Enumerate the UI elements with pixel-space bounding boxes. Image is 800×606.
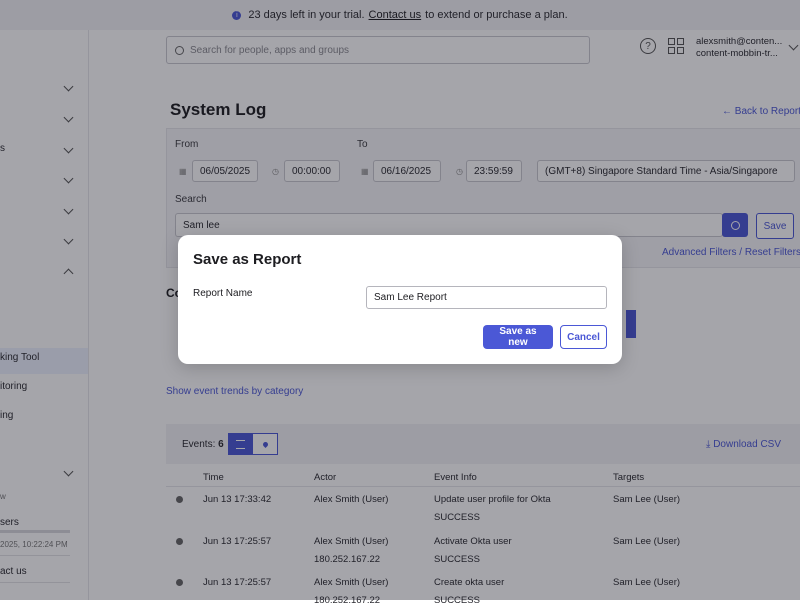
cancel-button[interactable]: Cancel: [560, 325, 607, 349]
report-name-label: Report Name: [193, 288, 252, 299]
dialog-title: Save as Report: [193, 251, 301, 268]
report-name-input[interactable]: [366, 286, 607, 309]
save-report-dialog: Save as Report Report Name Save as new C…: [178, 235, 622, 364]
save-as-new-button[interactable]: Save as new: [483, 325, 553, 349]
